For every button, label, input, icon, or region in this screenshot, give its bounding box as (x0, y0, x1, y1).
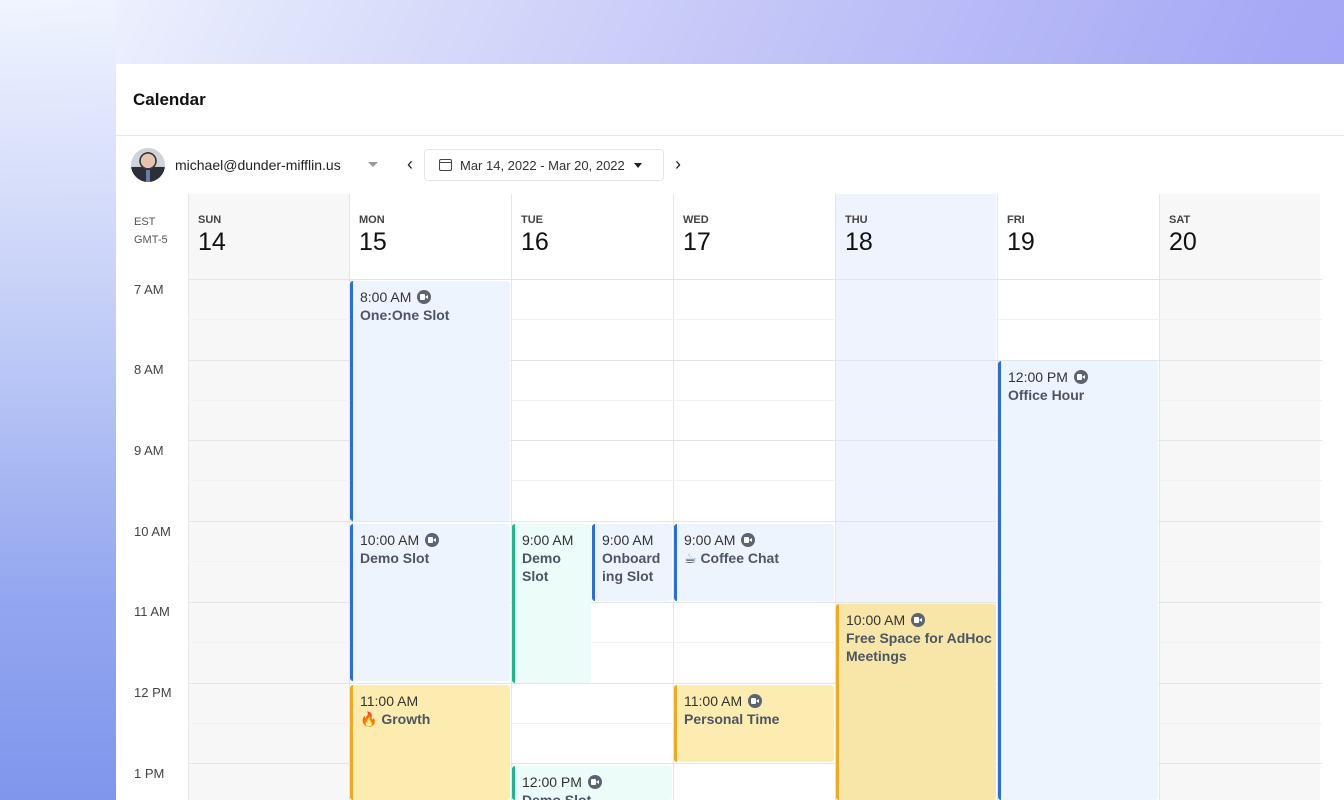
week-grid: EST GMT-5 SUN 14 MON 15 TUE 16 WED 17 THU 18 … (116, 194, 1344, 800)
event-time: 8:00 AM (360, 289, 412, 305)
event-growth[interactable]: 11:00 AM 🔥 Growth (350, 685, 510, 800)
video-call-icon (911, 613, 926, 627)
event-time: 9:00 AM (684, 532, 736, 548)
hour-label: 12 PM (134, 685, 172, 700)
event-title: Office Hour (1008, 387, 1085, 403)
background-gradient (0, 0, 116, 800)
hour-label: 1 PM (134, 766, 165, 781)
hour-label: 11 AM (134, 604, 170, 619)
day-name: SAT (1169, 214, 1191, 226)
event-one-one-slot[interactable]: 8:00 AM One:One Slot (350, 281, 510, 521)
calendar-window: Calendar michael@dunder-mifflin.us ‹ Mar… (116, 64, 1344, 800)
day-name: SUN (198, 214, 222, 226)
avatar[interactable] (131, 148, 165, 182)
day-number: 20 (1169, 228, 1197, 256)
event-time: 10:00 AM (360, 532, 420, 548)
video-call-icon (417, 290, 432, 304)
date-range-label: Mar 14, 2022 - Mar 20, 2022 (460, 157, 625, 173)
event-personal-time[interactable]: 11:00 AM Personal Time (674, 685, 834, 762)
event-demo-slot-tue-noon[interactable]: 12:00 PM Demo Slot (512, 766, 672, 800)
calendar-icon (439, 159, 452, 171)
event-title: ☕ Coffee Chat (684, 550, 779, 566)
event-onboarding-slot[interactable]: 9:00 AM Onboarding Slot (592, 524, 672, 601)
chevron-left-icon[interactable]: ‹ (402, 154, 418, 174)
hour-label: 9 AM (134, 443, 164, 458)
event-title: Demo Slot (360, 550, 430, 566)
day-number: 15 (359, 228, 387, 256)
event-demo-slot-tue[interactable]: 9:00 AM Demo Slot (512, 524, 591, 683)
video-call-icon (748, 694, 763, 708)
timezone-offset: GMT-5 (134, 234, 168, 246)
video-call-icon (1073, 370, 1088, 384)
day-number: 19 (1007, 228, 1035, 256)
day-name: TUE (521, 214, 543, 226)
account-email[interactable]: michael@dunder-mifflin.us (175, 157, 341, 173)
event-time: 12:00 PM (522, 774, 582, 790)
caret-down-icon (633, 162, 642, 168)
day-number: 16 (521, 228, 549, 256)
event-title: Personal Time (684, 711, 780, 727)
video-call-icon (425, 533, 440, 547)
video-call-icon (741, 533, 756, 547)
event-time: 11:00 AM (360, 693, 419, 709)
event-title: Free Space for AdHoc Meetings (846, 630, 992, 664)
event-time: 10:00 AM (846, 612, 906, 628)
event-title: Demo Slot (522, 550, 561, 584)
event-title: Demo Slot (522, 792, 592, 800)
chevron-right-icon[interactable]: › (670, 154, 686, 174)
video-call-icon (587, 775, 602, 789)
event-coffee-chat[interactable]: 9:00 AM ☕ Coffee Chat (674, 524, 834, 601)
date-range-picker[interactable]: Mar 14, 2022 - Mar 20, 2022 (424, 149, 664, 181)
event-title: One:One Slot (360, 307, 450, 323)
toolbar: michael@dunder-mifflin.us ‹ Mar 14, 2022… (116, 136, 1344, 194)
event-free-space-adhoc[interactable]: 10:00 AM Free Space for AdHoc Meetings (836, 604, 996, 800)
hour-line (188, 279, 1322, 280)
event-title: 🔥 Growth (360, 711, 431, 727)
hour-label: 10 AM (134, 524, 171, 539)
event-title: Onboarding Slot (602, 550, 661, 584)
account-dropdown-caret-icon[interactable] (368, 162, 378, 167)
event-time: 9:00 AM (602, 532, 654, 548)
day-column-sat[interactable]: SAT 20 (1159, 194, 1320, 800)
day-column-sun[interactable]: SUN 14 (188, 194, 349, 800)
day-column-tue[interactable]: TUE 16 (511, 194, 672, 800)
event-office-hour[interactable]: 12:00 PM Office Hour (998, 361, 1158, 800)
title-bar: Calendar (116, 64, 1344, 136)
day-name: MON (359, 214, 385, 226)
day-name: FRI (1007, 214, 1025, 226)
event-time: 12:00 PM (1008, 369, 1068, 385)
day-number: 14 (198, 228, 226, 256)
event-demo-slot-mon[interactable]: 10:00 AM Demo Slot (350, 524, 510, 681)
day-name: THU (845, 214, 868, 226)
hour-label: 8 AM (134, 362, 164, 377)
timezone-abbr: EST (134, 216, 156, 228)
day-name: WED (683, 214, 709, 226)
day-number: 18 (845, 228, 873, 256)
page-title: Calendar (133, 89, 206, 109)
hour-label: 7 AM (134, 282, 164, 297)
event-time: 11:00 AM (684, 693, 743, 709)
day-number: 17 (683, 228, 711, 256)
event-time: 9:00 AM (522, 532, 574, 548)
